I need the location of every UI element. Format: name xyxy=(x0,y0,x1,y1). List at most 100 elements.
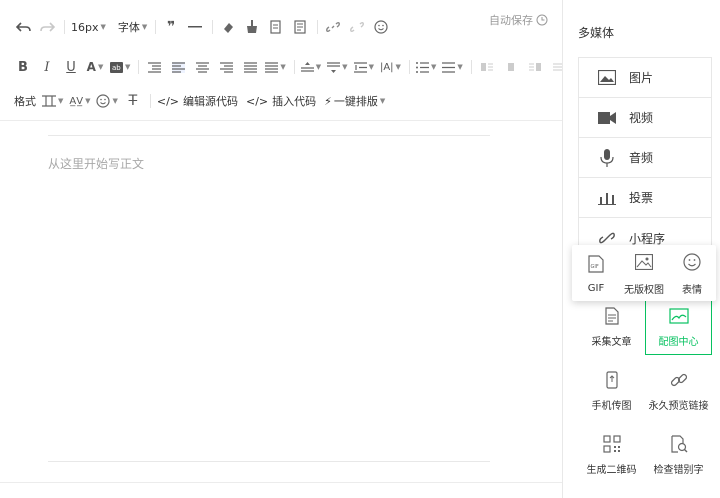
emoji-icon[interactable] xyxy=(372,16,390,38)
toolbar-divider xyxy=(408,60,410,74)
chevron-down-icon: ▼ xyxy=(342,63,348,71)
media-item-vote[interactable]: 投票 xyxy=(579,178,711,218)
document-icon[interactable] xyxy=(291,16,309,38)
unordered-list-icon[interactable]: ▼ xyxy=(442,56,463,78)
chevron-down-icon: ▼ xyxy=(430,63,437,71)
float-right-icon[interactable] xyxy=(526,56,544,78)
tool-permanent-preview-link[interactable]: 永久预览链接 xyxy=(645,361,712,419)
toolbar-row-2: B I U A ▼ ab ▼ ▼ ▼ ▼ ▼ |A| ▼ ▼ ▼ xyxy=(14,56,574,78)
chevron-down-icon: ▼ xyxy=(100,23,106,31)
chevron-down-icon: ▼ xyxy=(457,63,463,71)
float-center-icon[interactable] xyxy=(502,56,520,78)
image-icon xyxy=(635,251,653,273)
media-item-audio[interactable]: 音频 xyxy=(579,138,711,178)
media-item-video[interactable]: 视频 xyxy=(579,98,711,138)
editor-placeholder[interactable]: 从这里开始写正文 xyxy=(48,155,144,172)
spacing-before-icon[interactable]: ▼ xyxy=(300,56,322,78)
undo-icon[interactable] xyxy=(14,16,32,38)
chevron-down-icon: ▼ xyxy=(97,63,104,71)
chain-link-icon xyxy=(670,369,688,391)
autosave-indicator[interactable]: 自动保存 xyxy=(489,12,548,28)
highlight-icon[interactable]: ab ▼ xyxy=(110,56,130,78)
popup-item-label: 表情 xyxy=(682,284,702,296)
font-family-value: 字体 xyxy=(117,21,140,34)
image-icon xyxy=(595,70,619,85)
svg-text:ab: ab xyxy=(112,64,121,72)
svg-text:GIF: GIF xyxy=(591,264,599,270)
popup-item-label: 无版权图 xyxy=(624,284,664,296)
align-center-icon[interactable] xyxy=(193,56,211,78)
link-icon[interactable] xyxy=(324,16,342,38)
tool-generate-qr[interactable]: 生成二维码 xyxy=(578,425,645,483)
float-left-icon[interactable] xyxy=(478,56,496,78)
media-list: 图片 视频 音频 投票 小程序 xyxy=(578,57,712,259)
smiley-icon xyxy=(683,251,701,273)
autosave-label: 自动保存 xyxy=(489,14,533,27)
strikethrough-icon[interactable]: T xyxy=(124,90,142,112)
spacing-after-icon[interactable]: ▼ xyxy=(327,56,348,78)
tool-collect-article[interactable]: 采集文章 xyxy=(578,297,645,355)
font-size-value: 16px xyxy=(71,20,99,34)
font-family-select[interactable]: 字体 ▼ xyxy=(118,16,147,38)
toolbar-divider xyxy=(138,60,140,74)
code-icon: </> xyxy=(246,94,269,108)
line-height-icon[interactable]: ▼ xyxy=(353,56,374,78)
font-size-select[interactable]: 16px ▼ xyxy=(71,16,106,38)
align-more-icon[interactable]: ▼ xyxy=(265,56,286,78)
insert-code-button[interactable]: </> 插入代码 xyxy=(246,90,316,112)
picture-center-icon xyxy=(668,305,689,327)
format-painter-button[interactable]: 格式 xyxy=(14,90,36,112)
content-divider xyxy=(48,461,490,462)
popup-item-emoji[interactable]: 表情 xyxy=(668,245,716,301)
toolbar-divider xyxy=(64,20,65,34)
align-left-icon[interactable] xyxy=(169,56,187,78)
chevron-down-icon: ▼ xyxy=(315,63,322,71)
clock-icon xyxy=(536,14,548,26)
microphone-icon xyxy=(595,148,619,167)
toolbar-divider xyxy=(317,20,319,34)
tool-label: 生成二维码 xyxy=(586,464,637,476)
media-item-label: 图片 xyxy=(629,71,654,85)
editor-body[interactable]: 从这里开始写正文 xyxy=(0,120,562,498)
bold-icon[interactable]: B xyxy=(14,56,32,78)
one-click-layout-button[interactable]: ⚡ 一键排版 ▼ xyxy=(324,90,385,112)
lightning-icon: ⚡ xyxy=(324,94,332,108)
toolbar-divider xyxy=(149,94,151,108)
chevron-down-icon: ▼ xyxy=(368,63,374,71)
tool-label: 手机传图 xyxy=(591,400,632,412)
italic-icon[interactable]: I xyxy=(38,56,56,78)
ordered-list-icon[interactable]: ▼ xyxy=(415,56,437,78)
gif-icon: GIF xyxy=(588,253,604,275)
tool-picture-center[interactable]: 配图中心 xyxy=(645,297,712,355)
popup-item-gif[interactable]: GIF GIF xyxy=(572,245,620,301)
media-item-image[interactable]: 图片 xyxy=(579,58,711,98)
align-justify-icon[interactable] xyxy=(241,56,259,78)
underline-icon[interactable]: U xyxy=(62,56,80,78)
eraser-icon[interactable] xyxy=(219,16,237,38)
video-icon xyxy=(595,111,619,124)
font-color-icon[interactable]: A ▼ xyxy=(86,56,104,78)
chevron-down-icon: ▼ xyxy=(58,97,64,105)
view-source-button[interactable]: </> 编辑源代码 xyxy=(157,90,238,112)
indent-icon[interactable] xyxy=(145,56,163,78)
column-width-icon[interactable]: ▼ xyxy=(42,90,63,112)
redo-icon[interactable] xyxy=(38,16,56,38)
letter-spacing-icon[interactable]: |A| ▼ xyxy=(380,56,401,78)
tool-phone-upload[interactable]: 手机传图 xyxy=(578,361,645,419)
tool-check-typos[interactable]: 检查错别字 xyxy=(645,425,712,483)
media-item-label: 音频 xyxy=(629,151,654,165)
quote-icon[interactable]: ❞ xyxy=(162,16,180,38)
insert-template-icon[interactable] xyxy=(267,16,285,38)
chevron-down-icon: ▼ xyxy=(141,23,148,31)
toolbar-row-3: 格式 ▼ A̲V̲ ▼ ▼ T </> 编辑源代码 </> 插入代码 ⚡ 一键排版 ▼ xyxy=(14,90,391,112)
text-size-adjust-icon[interactable]: A̲V̲ ▼ xyxy=(69,90,90,112)
footer-divider xyxy=(0,482,562,483)
format-brush-icon[interactable] xyxy=(243,16,261,38)
align-right-icon[interactable] xyxy=(217,56,235,78)
unlink-icon[interactable] xyxy=(348,16,366,38)
horizontal-rule-icon[interactable] xyxy=(186,16,204,38)
emoji-icon[interactable]: ▼ xyxy=(96,90,118,112)
popup-item-free-image[interactable]: 无版权图 xyxy=(620,245,668,301)
sidebar-title: 多媒体 xyxy=(578,26,615,40)
popup-item-label: GIF xyxy=(587,282,605,294)
